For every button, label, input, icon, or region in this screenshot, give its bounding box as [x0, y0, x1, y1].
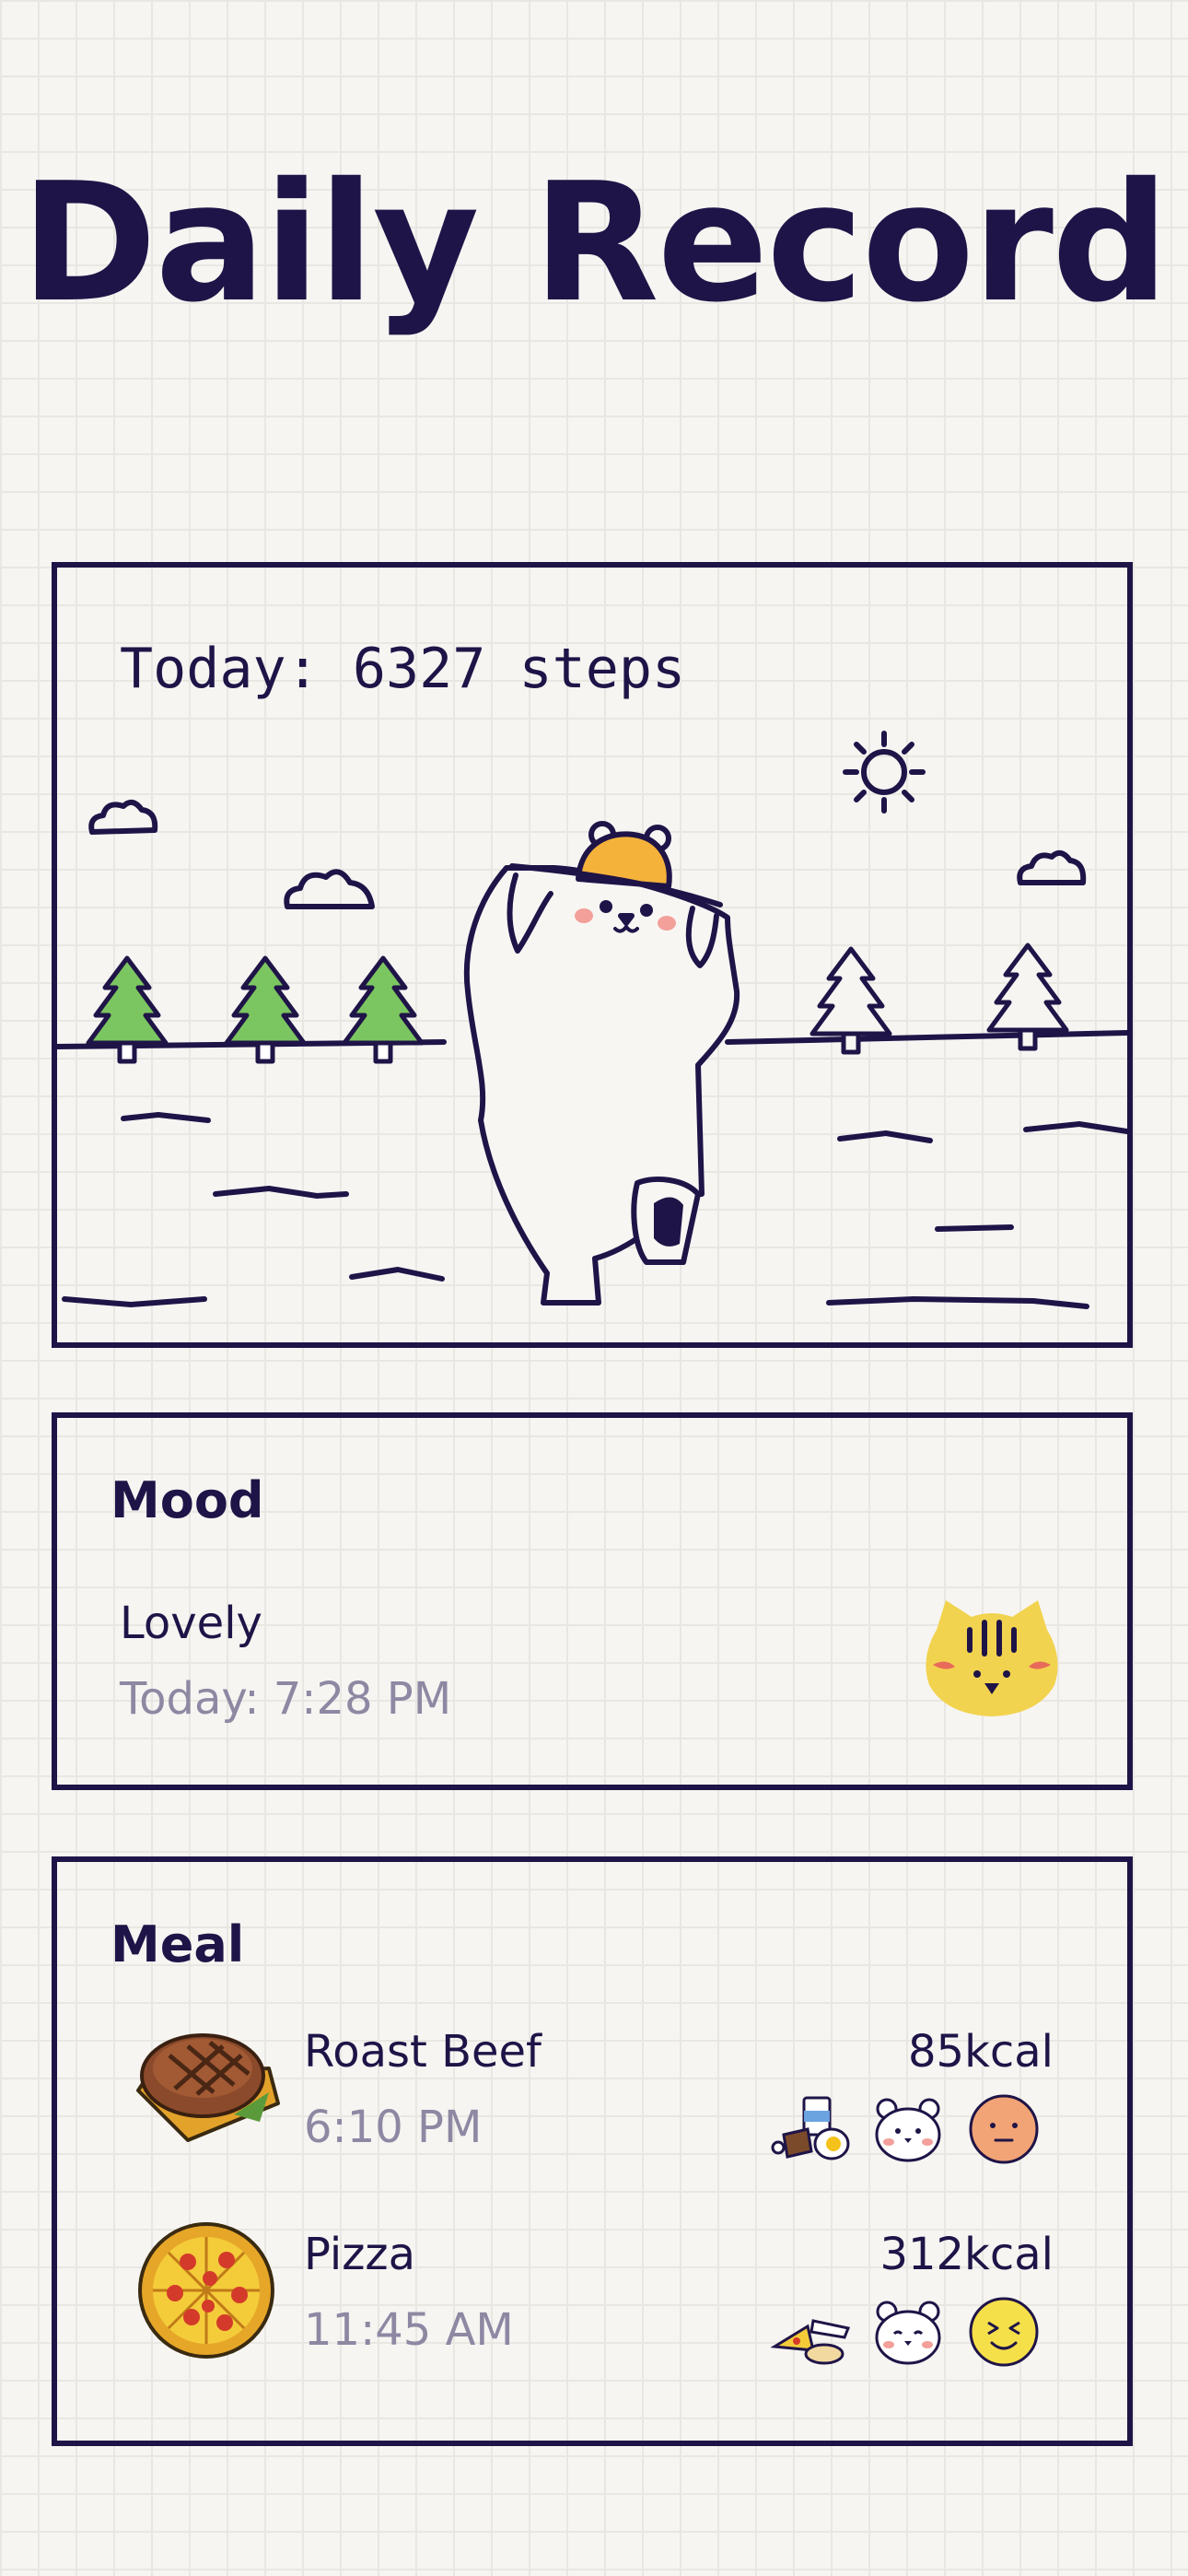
- meal-tags: [771, 2295, 1045, 2369]
- mood-section-title: Mood: [111, 1471, 264, 1529]
- tree-icon: [342, 955, 425, 1064]
- meal-time: 6:10 PM: [304, 2102, 483, 2153]
- meal-list-item[interactable]: Pizza 11:45 AM 312kcal: [57, 2221, 1127, 2396]
- mood-label: Lovely: [120, 1598, 262, 1649]
- tiger-face-icon[interactable]: [918, 1593, 1066, 1722]
- meal-calories: 85kcal: [907, 2026, 1054, 2078]
- pizza-icon: [138, 2222, 274, 2359]
- cloud-icon: [88, 799, 158, 835]
- meal-card[interactable]: Meal Roast Beef 6:10 PM 85kcal Pizza 11:…: [52, 1856, 1133, 2446]
- steps-count-text: Today: 6327 steps: [120, 637, 686, 701]
- meal-section-title: Meal: [111, 1915, 245, 1973]
- steps-card[interactable]: Today: 6327 steps: [52, 562, 1133, 1348]
- meal-list-item[interactable]: Roast Beef 6:10 PM 85kcal: [57, 2019, 1127, 2194]
- meal-name: Roast Beef: [304, 2026, 542, 2078]
- meal-name: Pizza: [304, 2229, 416, 2280]
- steak-icon: [136, 2033, 280, 2142]
- neutral-face-icon: [969, 2094, 1039, 2164]
- lunch-food-icon: [771, 2319, 851, 2365]
- bear-character-illustration: [463, 821, 740, 1306]
- meal-calories: 312kcal: [879, 2229, 1054, 2280]
- cloud-icon: [1017, 849, 1087, 885]
- bear-face-icon: [875, 2098, 941, 2162]
- meal-time: 11:45 AM: [304, 2304, 514, 2356]
- meal-tags: [771, 2092, 1045, 2166]
- laughing-face-icon: [969, 2297, 1039, 2367]
- breakfast-food-icon: [771, 2096, 850, 2160]
- mood-timestamp: Today: 7:28 PM: [120, 1673, 452, 1725]
- cloud-icon: [284, 869, 375, 909]
- page-title: Daily Record: [20, 147, 1170, 338]
- bear-face-icon: [875, 2301, 941, 2365]
- sun-icon: [843, 731, 926, 814]
- mood-card[interactable]: Mood Lovely Today: 7:28 PM: [52, 1412, 1133, 1790]
